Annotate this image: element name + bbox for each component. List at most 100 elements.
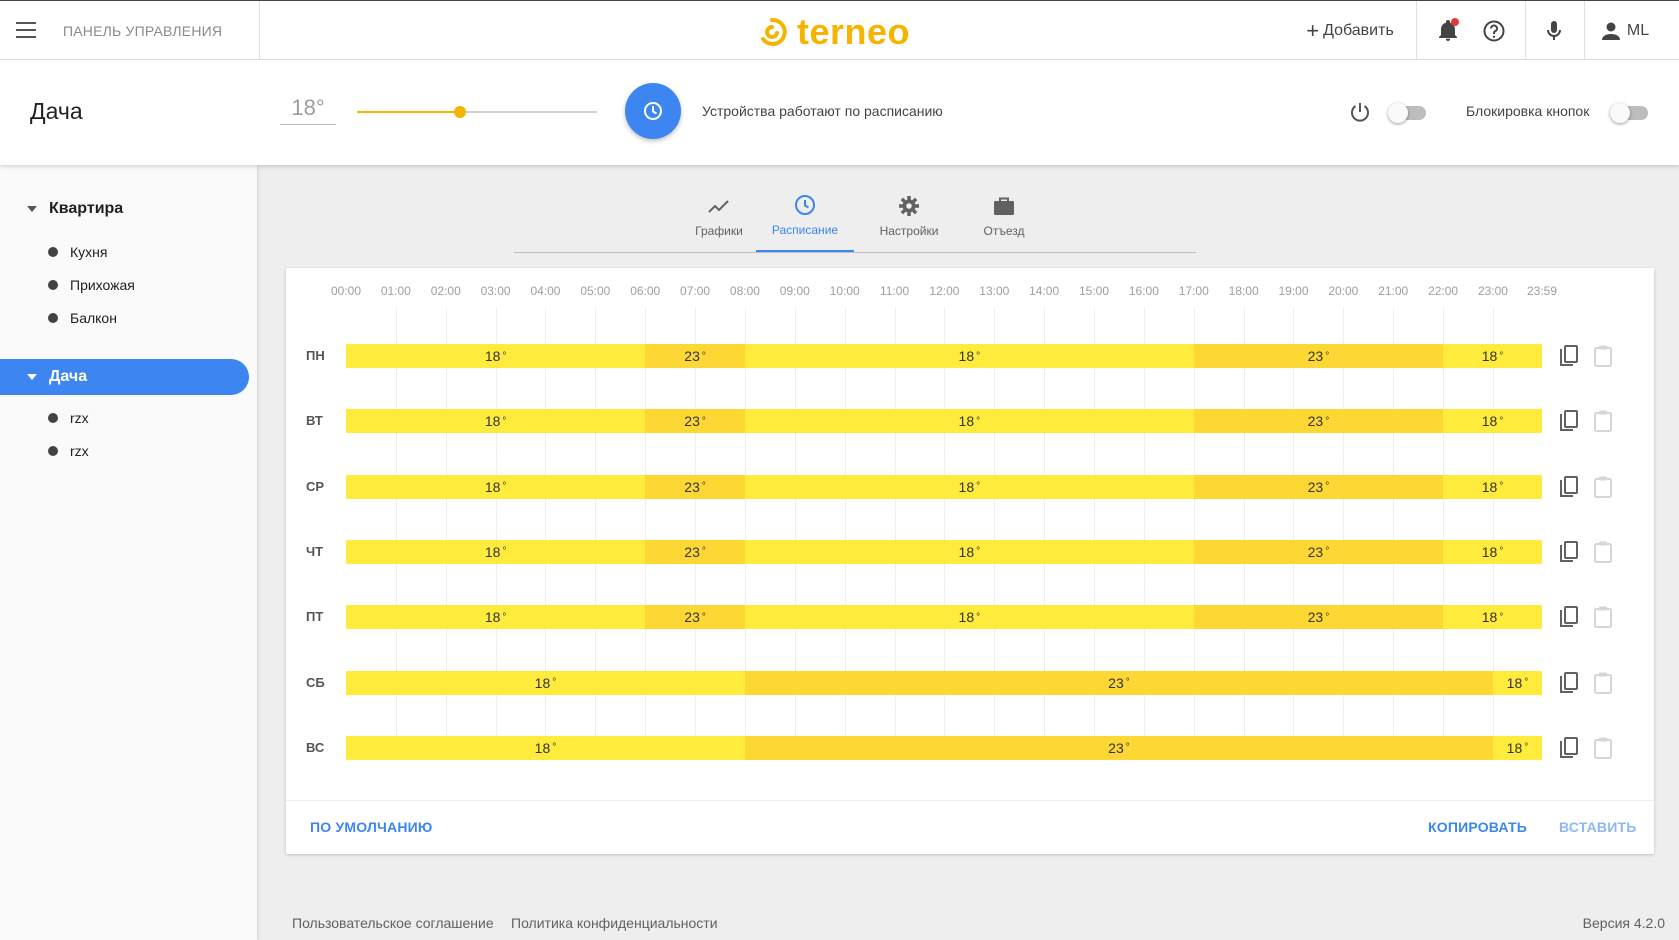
schedule-period[interactable]: 23 ° (1193, 474, 1444, 499)
paste-button[interactable]: ВСТАВИТЬ (1559, 819, 1637, 835)
tab-schedule[interactable]: Расписание (756, 180, 854, 252)
gear-icon (898, 194, 920, 218)
degree-sign: ° (552, 742, 557, 754)
schedule-period[interactable]: 18 ° (744, 344, 1194, 368)
tab-settings[interactable]: Настройки (854, 180, 964, 252)
default-button[interactable]: ПО УМОЛЧАНИЮ (310, 819, 433, 835)
schedule-period[interactable]: 18 ° (1443, 344, 1542, 368)
sidebar-device-balcony[interactable]: Балкон (48, 306, 117, 330)
temperature-slider[interactable] (357, 106, 597, 118)
copy-day-icon[interactable] (1558, 605, 1582, 629)
schedule-card: 00:00 01:00 02:00 03:00 04:00 05:00 06:00 07:00… (286, 268, 1654, 854)
sidebar-device-rzx-2[interactable]: rzx (48, 439, 89, 463)
add-button[interactable]: + Добавить (1290, 1, 1410, 61)
paste-day-icon[interactable] (1592, 540, 1616, 564)
schedule-period[interactable]: 18 ° (346, 344, 646, 368)
schedule-period[interactable]: 18 ° (346, 474, 646, 499)
schedule-period[interactable]: 18 ° (1443, 474, 1542, 499)
schedule-period[interactable]: 23 ° (645, 605, 745, 630)
copy-day-icon[interactable] (1558, 344, 1582, 368)
schedule-period[interactable]: 23 ° (1193, 605, 1444, 630)
schedule-period[interactable]: 23 ° (645, 344, 745, 368)
schedule-period[interactable]: 23 ° (645, 409, 745, 434)
schedule-period[interactable]: 18 ° (346, 605, 646, 630)
schedule-period[interactable]: 18 ° (346, 670, 745, 695)
device-status-dot (48, 446, 58, 456)
sidebar-device-label: rzx (70, 443, 89, 459)
tab-away[interactable]: Отъезд (954, 180, 1054, 252)
device-status-dot (48, 280, 58, 290)
power-icon[interactable] (1349, 101, 1371, 123)
sidebar-device-kitchen[interactable]: Кухня (48, 240, 107, 264)
period-temperature: 18 (958, 543, 975, 560)
day-schedule-bar[interactable]: 18 ° 23 ° 18 ° 23 ° 18 ° (346, 409, 1542, 434)
sidebar-group-dacha[interactable]: Дача (0, 359, 249, 395)
hour-label: 18:00 (1228, 284, 1259, 298)
schedule-period[interactable]: 23 ° (645, 539, 745, 564)
sidebar-device-rzx-1[interactable]: rzx (48, 406, 89, 430)
schedule-period[interactable]: 23 ° (1193, 344, 1444, 368)
schedule-period[interactable]: 23 ° (645, 474, 745, 499)
paste-day-icon[interactable] (1592, 409, 1616, 433)
slider-handle[interactable] (454, 106, 467, 118)
schedule-period[interactable]: 18 ° (346, 735, 745, 760)
copy-day-icon[interactable] (1558, 475, 1582, 499)
degree-sign: ° (552, 677, 557, 688)
paste-day-icon[interactable] (1592, 344, 1616, 368)
schedule-period[interactable]: 23 ° (1193, 409, 1444, 434)
help-button[interactable] (1471, 1, 1517, 61)
day-schedule-bar[interactable]: 18 ° 23 ° 18 ° 23 ° 18 ° (346, 344, 1542, 368)
schedule-period[interactable]: 18 ° (346, 539, 646, 564)
degree-sign: ° (1325, 481, 1330, 493)
paste-day-icon[interactable] (1592, 475, 1616, 499)
slider-fill (357, 111, 461, 113)
schedule-period[interactable]: 18 ° (744, 539, 1194, 564)
menu-button[interactable] (16, 19, 42, 43)
notifications-button[interactable] (1425, 1, 1471, 61)
terms-link[interactable]: Пользовательское соглашение (292, 915, 494, 931)
copy-day-icon[interactable] (1558, 409, 1582, 433)
day-label: СБ (306, 674, 325, 690)
degree-sign: ° (1499, 350, 1504, 362)
paste-day-icon[interactable] (1592, 605, 1616, 629)
degree-sign: ° (976, 546, 981, 558)
schedule-period[interactable]: 18 ° (1492, 735, 1542, 760)
schedule-period[interactable]: 18 ° (744, 409, 1194, 434)
terneo-logo[interactable]: terneo (757, 11, 910, 53)
temperature-input[interactable]: 18° (280, 95, 336, 125)
schedule-period[interactable]: 18 ° (744, 605, 1194, 630)
schedule-actions: ПО УМОЛЧАНИЮ КОПИРОВАТЬ ВСТАВИТЬ (286, 800, 1654, 854)
schedule-period[interactable]: 18 ° (744, 474, 1194, 499)
user-menu-button[interactable]: ML (1585, 1, 1665, 61)
panel-title[interactable]: ПАНЕЛЬ УПРАВЛЕНИЯ (63, 23, 222, 39)
schedule-mode-button[interactable] (625, 83, 681, 139)
copy-day-icon[interactable] (1558, 540, 1582, 564)
day-schedule-bar[interactable]: 18 ° 23 ° 18 ° 23 ° 18 ° (346, 539, 1542, 564)
day-schedule-bar[interactable]: 18 ° 23 ° 18 ° 23 ° 18 ° (346, 474, 1542, 499)
day-schedule-bar[interactable]: 18 ° 23 ° 18 ° (346, 735, 1542, 760)
paste-day-icon[interactable] (1592, 671, 1616, 695)
copy-day-icon[interactable] (1558, 671, 1582, 695)
voice-button[interactable] (1531, 1, 1577, 61)
button-lock-toggle[interactable] (1610, 103, 1648, 123)
privacy-link[interactable]: Политика конфиденциальности (511, 915, 718, 931)
clock-icon (644, 102, 662, 120)
schedule-period[interactable]: 18 ° (1443, 539, 1542, 564)
hour-label: 15:00 (1079, 284, 1110, 298)
power-toggle[interactable] (1388, 103, 1426, 123)
copy-button[interactable]: КОПИРОВАТЬ (1428, 819, 1527, 835)
schedule-period[interactable]: 18 ° (1492, 670, 1542, 695)
schedule-period[interactable]: 18 ° (1443, 409, 1542, 434)
schedule-period[interactable]: 23 ° (1193, 539, 1444, 564)
schedule-period[interactable]: 23 ° (744, 670, 1493, 695)
day-schedule-bar[interactable]: 18 ° 23 ° 18 ° (346, 670, 1542, 695)
paste-day-icon[interactable] (1592, 736, 1616, 760)
schedule-period[interactable]: 18 ° (346, 409, 646, 434)
day-schedule-bar[interactable]: 18 ° 23 ° 18 ° 23 ° 18 ° (346, 605, 1542, 630)
hour-label: 14:00 (1029, 284, 1060, 298)
schedule-period[interactable]: 18 ° (1443, 605, 1542, 630)
sidebar-group-kvartira[interactable]: Квартира (0, 191, 123, 227)
schedule-period[interactable]: 23 ° (744, 735, 1493, 760)
copy-day-icon[interactable] (1558, 736, 1582, 760)
sidebar-device-hallway[interactable]: Прихожая (48, 273, 135, 297)
